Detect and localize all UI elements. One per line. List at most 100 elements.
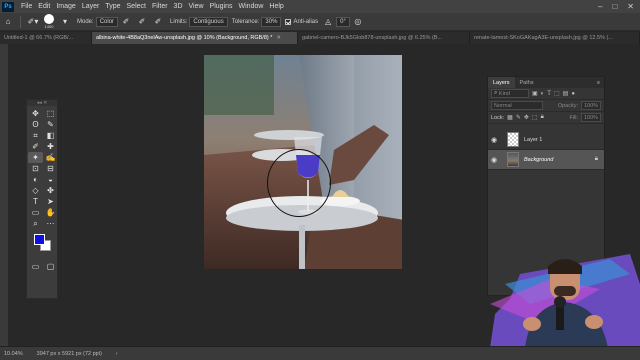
healing-brush-tool-icon[interactable]: ✚ — [43, 141, 58, 152]
document-dimensions: 3947 px x 5921 px (72 ppi) — [36, 350, 102, 357]
pen-tool-icon[interactable]: ✤ — [43, 185, 58, 196]
path-selection-tool-icon[interactable]: ➤ — [43, 196, 58, 207]
tab-layers[interactable]: Layers — [488, 77, 515, 88]
blend-mode-select[interactable]: Normal — [491, 101, 543, 110]
limits-select[interactable]: Contiguous — [189, 16, 228, 27]
eye-icon[interactable]: ◉ — [491, 136, 501, 144]
history-brush-tool-icon[interactable]: ⊡ — [28, 163, 43, 174]
sampling-once-icon[interactable]: ✐ — [136, 16, 148, 28]
menu-help[interactable]: Help — [266, 3, 286, 10]
menu-select[interactable]: Select — [124, 3, 149, 10]
screen-mode-icon[interactable]: ▢ — [43, 261, 58, 272]
lasso-tool-icon[interactable]: ʘ — [28, 119, 43, 130]
menu-filter[interactable]: Filter — [149, 3, 171, 10]
tolerance-field[interactable]: 30% — [261, 16, 282, 27]
filter-shape-icon[interactable]: ⬚ — [554, 90, 560, 97]
lock-transparent-icon[interactable]: ▦ — [507, 114, 513, 121]
hand-tool-icon[interactable]: ✋ — [43, 207, 58, 218]
tool-preset-icon[interactable]: ✐▾ — [27, 16, 39, 28]
filter-kind-select[interactable]: ⌕ Kind — [491, 89, 529, 98]
menu-3d[interactable]: 3D — [171, 3, 186, 10]
menu-edit[interactable]: Edit — [35, 3, 53, 10]
frame-tool-icon[interactable]: ◧ — [43, 130, 58, 141]
minimize-icon[interactable]: – — [598, 2, 602, 11]
blend-row: Normal Opacity: 100% — [488, 100, 604, 112]
filter-adjustment-icon[interactable]: ◐ — [541, 91, 545, 97]
search-icon: ⌕ — [494, 90, 498, 96]
tab-label: gabriel-camero-BJk5Glob878-unsplash.jpg … — [302, 35, 443, 41]
brush-settings-icon[interactable]: ▾ — [59, 16, 71, 28]
antialias-checkbox[interactable]: Anti-alias — [285, 18, 318, 25]
lock-all-icon[interactable]: 🔒︎ — [541, 114, 544, 121]
more-tools-icon[interactable]: ⋯ — [43, 218, 58, 229]
lock-image-icon[interactable]: ✎ — [516, 114, 521, 121]
filter-type-icon[interactable]: T — [547, 91, 551, 97]
pressure-icon[interactable]: ◎ — [352, 16, 364, 28]
fill-field[interactable]: 100% — [581, 113, 601, 122]
presenter-video — [490, 254, 640, 348]
maximize-icon[interactable]: □ — [612, 2, 617, 11]
tab-paths[interactable]: Paths — [515, 77, 539, 88]
tab-untitled-1[interactable]: Untitled-1 @ 66.7% (RGB/... — [0, 32, 92, 44]
foreground-color-swatch[interactable] — [34, 234, 45, 245]
menu-window[interactable]: Window — [236, 3, 267, 10]
angle-field[interactable]: 0° — [336, 16, 350, 27]
menu-plugins[interactable]: Plugins — [207, 3, 236, 10]
tab-renate-lamest[interactable]: renate-lamest-SKoGAKagA3E-unsplash.jpg @… — [470, 32, 640, 44]
tab-albina-white[interactable]: albina-white-4B8aQ3nelAw-unsplash.jpg @ … — [92, 32, 298, 44]
sampling-background-icon[interactable]: ✐ — [152, 16, 164, 28]
photoshop-logo-icon: Ps — [2, 1, 14, 12]
layer-thumbnail — [507, 152, 519, 167]
tools-extra: ▭ ▢ — [27, 259, 57, 274]
mode-select[interactable]: Color — [95, 16, 119, 27]
type-tool-icon[interactable]: T — [28, 196, 43, 207]
color-replacement-tool-icon[interactable]: ✦ — [28, 152, 43, 163]
sampling-continuous-icon[interactable]: ✐ — [120, 16, 132, 28]
filter-kind-label: Kind — [498, 90, 510, 97]
close-tab-icon[interactable]: ✕ — [276, 35, 281, 41]
filter-smart-object-icon[interactable]: ▤ — [563, 90, 569, 97]
close-icon[interactable]: ✕ — [627, 2, 634, 11]
home-icon[interactable]: ⌂ — [2, 16, 14, 28]
menu-view[interactable]: View — [186, 3, 207, 10]
clone-stamp-tool-icon[interactable]: ✍ — [43, 152, 58, 163]
layer-thumbnail — [507, 132, 519, 147]
lock-position-icon[interactable]: ✥ — [524, 114, 529, 121]
webcam-overlay — [490, 244, 640, 348]
filter-toggle-icon[interactable]: ● — [571, 91, 575, 97]
quick-mask-icon[interactable]: ▭ — [28, 261, 43, 272]
eye-icon[interactable]: ◉ — [491, 156, 501, 164]
crop-tool-icon[interactable]: ⌗ — [28, 130, 43, 141]
opacity-field[interactable]: 100% — [581, 101, 601, 110]
menu-type[interactable]: Type — [102, 3, 123, 10]
tab-gabriel-camero[interactable]: gabriel-camero-BJk5Glob878-unsplash.jpg … — [298, 32, 470, 44]
move-tool-icon[interactable]: ✥ — [28, 108, 43, 119]
eraser-tool-icon[interactable]: ⊟ — [43, 163, 58, 174]
panel-tabs: Layers Paths ≡ — [488, 77, 604, 88]
marquee-tool-icon[interactable]: ⬚ — [43, 108, 58, 119]
zoom-tool-icon[interactable]: ⌕ — [28, 218, 43, 229]
tools-grid: ✥ ⬚ ʘ ✎ ⌗ ◧ ✐ ✚ ✦ ✍ ⊡ ⊟ ◐ ◒ ◇ ✤ T ➤ ▭ ✋ … — [27, 106, 57, 231]
filter-pixel-icon[interactable]: ▣ — [532, 90, 538, 97]
left-edge-strip — [0, 44, 8, 346]
eyedropper-tool-icon[interactable]: ✐ — [28, 141, 43, 152]
tab-label: Untitled-1 @ 66.7% (RGB/... — [4, 35, 74, 41]
zoom-level[interactable]: 10.04% — [4, 351, 23, 357]
lock-artboard-icon[interactable]: ⬚ — [532, 114, 538, 121]
menu-file[interactable]: File — [18, 3, 35, 10]
object-selection-tool-icon[interactable]: ✎ — [43, 119, 58, 130]
status-bar: 10.04% 3947 px x 5921 px (72 ppi) › — [0, 346, 640, 360]
rectangle-tool-icon[interactable]: ▭ — [28, 207, 43, 218]
status-arrow-icon[interactable]: › — [116, 351, 118, 357]
gradient-tool-icon[interactable]: ◐ — [28, 174, 43, 185]
dodge-tool-icon[interactable]: ◇ — [28, 185, 43, 196]
panel-menu-icon[interactable]: ≡ — [597, 77, 604, 88]
brush-preset-picker[interactable]: 1400 — [43, 14, 55, 30]
brush-cursor — [267, 149, 331, 217]
menu-layer[interactable]: Layer — [79, 3, 103, 10]
layer-row-background[interactable]: ◉ Background 🔒︎ — [488, 150, 604, 170]
menu-image[interactable]: Image — [53, 3, 78, 10]
blur-tool-icon[interactable]: ◒ — [43, 174, 58, 185]
checkbox-check-icon — [285, 18, 292, 25]
layer-row-layer-1[interactable]: ◉ Layer 1 — [488, 130, 604, 150]
